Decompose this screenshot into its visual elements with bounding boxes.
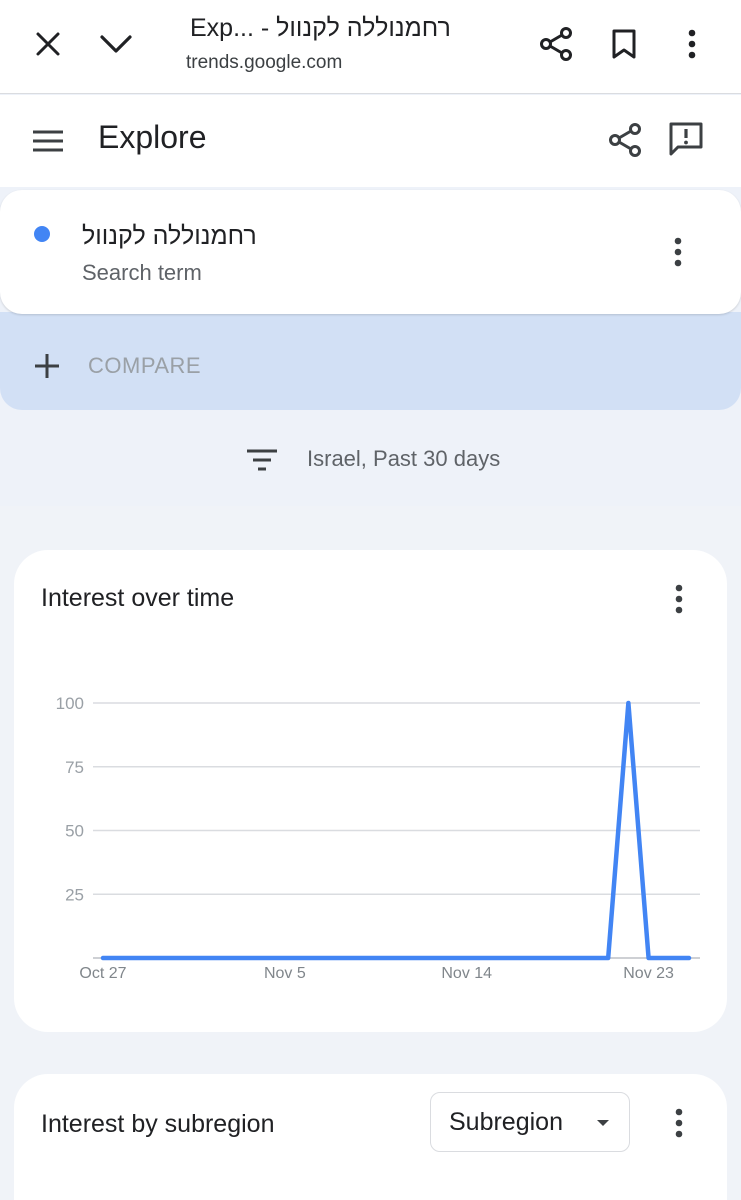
x-tick-label: Nov 14 (441, 965, 492, 982)
y-tick-label: 50 (65, 822, 84, 841)
subregion-dropdown-value: Subregion (449, 1108, 563, 1136)
x-tick-label: Nov 5 (264, 965, 306, 982)
y-tick-label: 25 (65, 885, 84, 904)
compare-label[interactable]: COMPARE (88, 353, 201, 379)
x-tick-label: Oct 27 (79, 965, 126, 982)
y-tick-label: 75 (65, 758, 84, 777)
interest-by-subregion-title: Interest by subregion (41, 1110, 275, 1138)
x-tick-label: Nov 23 (623, 965, 674, 982)
subregion-dropdown[interactable]: Subregion (430, 1092, 630, 1152)
series-color-dot (34, 226, 50, 242)
search-term-subtitle: Search term (82, 260, 202, 285)
more-vert-icon[interactable] (668, 235, 688, 269)
interest-over-time-chart[interactable]: 100 75 50 25 Oct 27 Nov 5 Nov 14 Nov 23 (0, 0, 741, 1000)
y-tick-label: 100 (56, 694, 84, 713)
add-icon[interactable] (32, 351, 62, 381)
more-vert-icon[interactable] (669, 1106, 689, 1140)
arrow-drop-down-icon (595, 1117, 611, 1129)
search-term-name[interactable]: רחמנוללה לקנוול (82, 222, 257, 251)
search-term-card[interactable] (0, 190, 741, 314)
